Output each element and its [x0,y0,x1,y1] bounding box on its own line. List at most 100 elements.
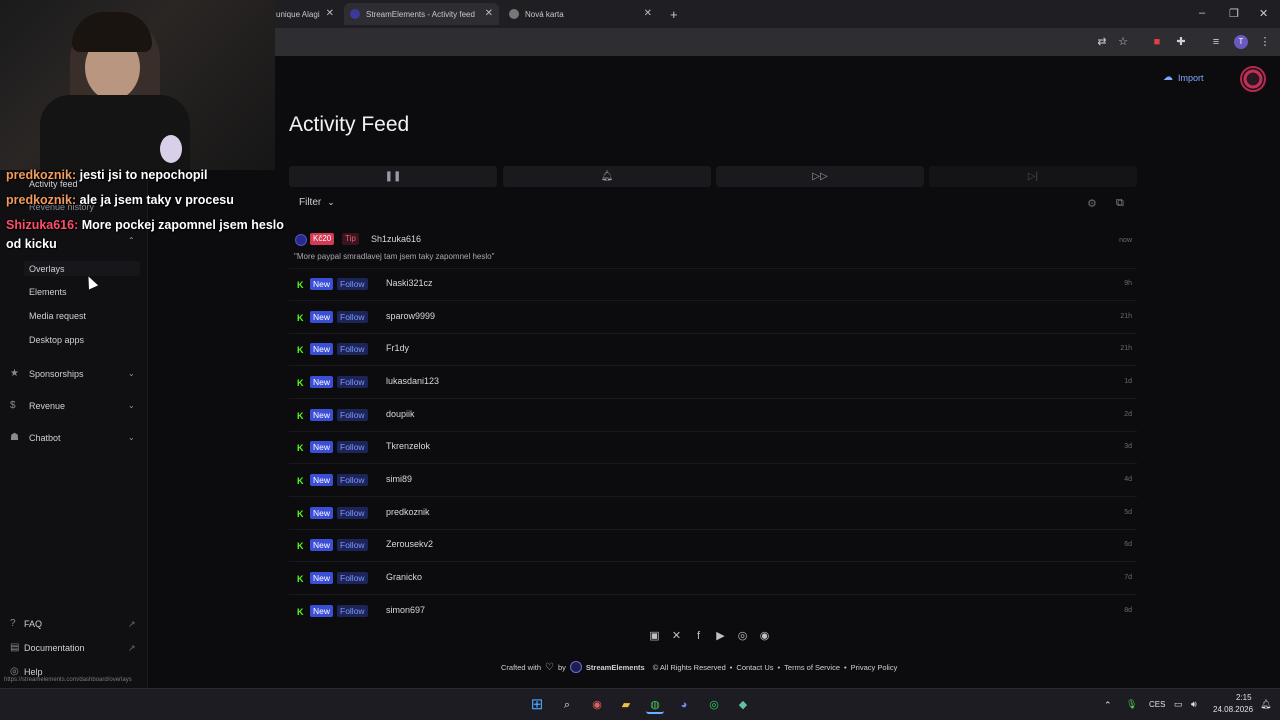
windows-start-icon[interactable]: ⊞ [528,696,546,714]
popout-icon[interactable]: ⧉ [1116,197,1124,210]
kick-icon: K [297,411,304,421]
feed-time: 21h [1120,313,1132,320]
chevron-down-icon[interactable]: ⌄ [128,433,135,442]
browser-tab-active[interactable]: StreamElements - Activity feed ✕ [344,3,499,25]
profile-icon[interactable]: T [1234,35,1248,49]
extension-icon[interactable]: ■ [1150,35,1164,49]
feed-username[interactable]: sparow9999 [386,311,435,321]
feed-username[interactable]: simon697 [386,605,425,615]
feed-username[interactable]: Fr1dy [386,343,409,353]
sidebar-item-desktop-apps[interactable]: Desktop apps [29,335,84,345]
language-indicator[interactable]: CES [1149,700,1165,709]
instagram-icon[interactable]: ◎ [736,630,749,643]
twitch-icon[interactable]: ▣ [648,630,661,643]
close-tab-icon[interactable]: ✕ [644,8,652,19]
bullet: • [777,662,781,672]
footer: Crafted with ♡ by StreamElements © All R… [501,661,897,673]
x-icon[interactable]: ✕ [670,630,683,643]
cloud-upload-icon: ☁ [1163,72,1173,83]
browser-tab[interactable]: unique Alagi ✕ [270,3,340,25]
follow-badge: Follow [337,572,368,584]
close-tab-icon[interactable]: ✕ [326,8,334,19]
follow-badge: Follow [337,474,368,486]
obs-icon[interactable]: ◉ [588,696,606,714]
avatar[interactable] [1240,66,1266,92]
chevron-down-icon[interactable]: ⌄ [128,401,135,410]
translate-icon[interactable]: ⇄ [1095,35,1109,49]
sidebar-item-media-request[interactable]: Media request [29,311,86,321]
sidebar-item-elements[interactable]: Elements [29,287,67,297]
filter-dropdown[interactable]: Filter ⌄ [299,197,335,208]
app-icon[interactable]: ◆ [734,696,752,714]
follow-badge: Follow [337,507,368,519]
feed-time: 21h [1120,345,1132,352]
tip-username[interactable]: Sh1zuka616 [371,234,421,244]
tip-badge: Tip [342,233,359,245]
help-icon: ◎ [10,666,19,677]
close-tab-icon[interactable]: ✕ [485,8,493,19]
address-bar[interactable] [275,31,1095,53]
pause-icon: ❚❚ [384,171,402,182]
sidebar-item-sponsorships[interactable]: Sponsorships [29,369,84,379]
feed-username[interactable]: Granicko [386,572,422,582]
feed-username[interactable]: Tkrenzelok [386,441,430,451]
sidebar-item-revenue[interactable]: Revenue [29,401,65,411]
follow-badge: Follow [337,376,368,388]
contact-link[interactable]: Contact Us [736,663,773,672]
new-badge: New [310,539,334,551]
pause-button[interactable]: ❚❚ [289,166,497,187]
feed-username[interactable]: doupiik [386,409,415,419]
privacy-link[interactable]: Privacy Policy [851,663,898,672]
feed-username[interactable]: predkoznik [386,507,430,517]
mute-alerts-button[interactable]: 🔔︎ [503,166,711,187]
footer-crafted: Crafted with [501,662,542,672]
restore-icon[interactable]: ❐ [1229,7,1239,20]
browser-tab[interactable]: Nová karta ✕ [503,3,658,25]
feed-tip-row: Kč20 Tip Sh1zuka616 "More paypal smradla… [289,229,1137,269]
chat-username: predkoznik: [6,168,77,182]
skip-button[interactable]: ▷▷ [716,166,924,187]
close-icon[interactable]: ✕ [1259,7,1268,20]
puzzle-icon[interactable]: ✚ [1174,35,1188,49]
discord-icon[interactable]: ◉ [758,630,771,643]
clock-date[interactable]: 24.08.2026 [1213,705,1253,714]
sidebar-item-documentation[interactable]: Documentation [24,643,85,653]
skip-icon: ▷▷ [812,171,828,182]
menu-kebab-icon[interactable]: ⋮ [1258,35,1272,49]
sidebar-item-overlays[interactable]: Overlays [29,264,65,274]
feed-username[interactable]: simi89 [386,474,412,484]
media-icon[interactable]: ≡ [1209,35,1223,49]
skip-end-button[interactable]: ▷| [929,166,1137,187]
minimize-icon[interactable]: – [1199,7,1205,19]
microphone-icon[interactable]: 🎙︎ [1126,699,1137,710]
chrome-icon[interactable]: ◍ [646,696,664,714]
sidebar-item-faq[interactable]: FAQ [24,619,42,629]
feed-time: 9h [1124,280,1132,287]
import-button[interactable]: ☁ Import [1163,72,1204,83]
feed-username[interactable]: Zerousekv2 [386,539,433,549]
new-badge: New [310,507,334,519]
network-icon[interactable]: ▭ [1174,699,1183,710]
chevron-down-icon[interactable]: ⌄ [128,369,135,378]
terms-link[interactable]: Terms of Service [784,663,840,672]
folder-icon[interactable]: ▰ [617,696,635,714]
sidebar-item-help[interactable]: Help [24,667,43,677]
document-icon: ▤ [10,642,20,653]
bookmark-star-icon[interactable]: ☆ [1116,35,1130,49]
kick-icon: K [297,280,304,290]
search-icon[interactable]: ⌕ [558,696,576,714]
youtube-icon[interactable]: ▶ [714,630,727,643]
gear-icon[interactable]: ⚙ [1087,197,1097,210]
facebook-icon[interactable]: f [692,630,705,643]
discord-app-icon[interactable]: ◕ [675,696,693,714]
feed-username[interactable]: Naski321cz [386,278,433,288]
notifications-icon[interactable]: 🔔︎ [1260,699,1271,710]
new-tab-button[interactable]: + [664,3,684,25]
spotify-icon[interactable]: ◎ [705,696,723,714]
volume-icon[interactable]: 🔊︎ [1191,699,1197,710]
feed-username[interactable]: lukasdani123 [386,376,439,386]
sidebar-item-chatbot[interactable]: Chatbot [29,433,61,443]
tray-chevron-icon[interactable]: ⌃ [1104,700,1112,711]
clock-time[interactable]: 2:15 [1236,693,1252,702]
footer-brand[interactable]: StreamElements [586,663,645,672]
